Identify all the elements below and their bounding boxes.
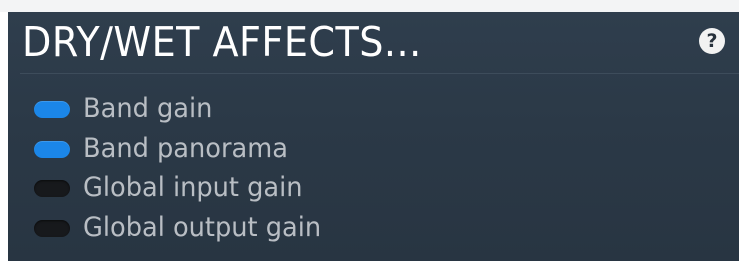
option-band-panorama[interactable]: Band panorama (34, 132, 299, 166)
global-input-gain-toggle[interactable] (34, 179, 70, 197)
band-panorama-label: Band panorama (83, 133, 288, 164)
panel-header: DRY/WET AFFECTS... ? (8, 12, 739, 72)
band-gain-toggle[interactable] (34, 100, 70, 118)
help-button[interactable]: ? (699, 28, 725, 54)
global-input-gain-label: Global input gain (83, 172, 303, 203)
question-mark-icon: ? (706, 29, 718, 52)
top-strip (0, 0, 739, 12)
panel-title: DRY/WET AFFECTS... (22, 18, 422, 66)
global-output-gain-toggle[interactable] (34, 219, 70, 237)
dry-wet-affects-panel: DRY/WET AFFECTS... ? Band gain Band pano… (8, 12, 739, 261)
band-gain-label: Band gain (83, 93, 213, 124)
header-divider (20, 73, 739, 74)
band-panorama-toggle[interactable] (34, 140, 70, 158)
global-output-gain-label: Global output gain (83, 212, 322, 243)
option-global-input-gain[interactable]: Global input gain (34, 171, 314, 205)
option-global-output-gain[interactable]: Global output gain (34, 211, 334, 245)
option-band-gain[interactable]: Band gain (34, 92, 219, 126)
